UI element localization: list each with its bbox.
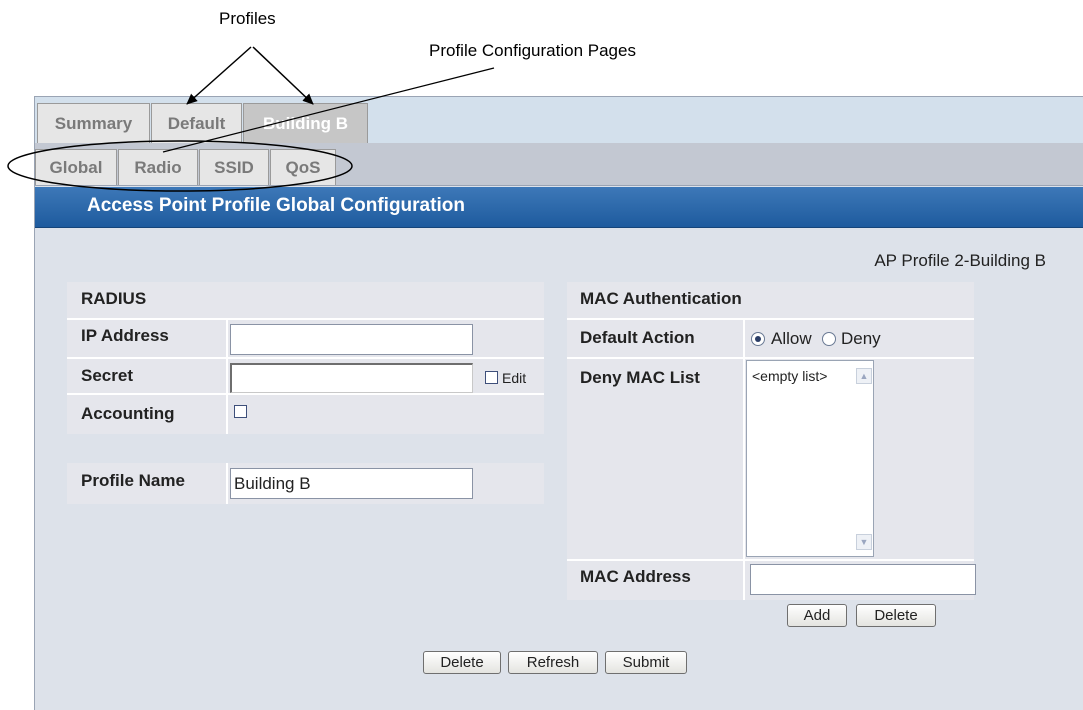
arrow-to-default-tab [186, 46, 252, 105]
arrow-to-building-b-tab [252, 46, 314, 105]
config-tabs-ellipse [7, 140, 353, 192]
annotation-overlay [7, 46, 495, 192]
